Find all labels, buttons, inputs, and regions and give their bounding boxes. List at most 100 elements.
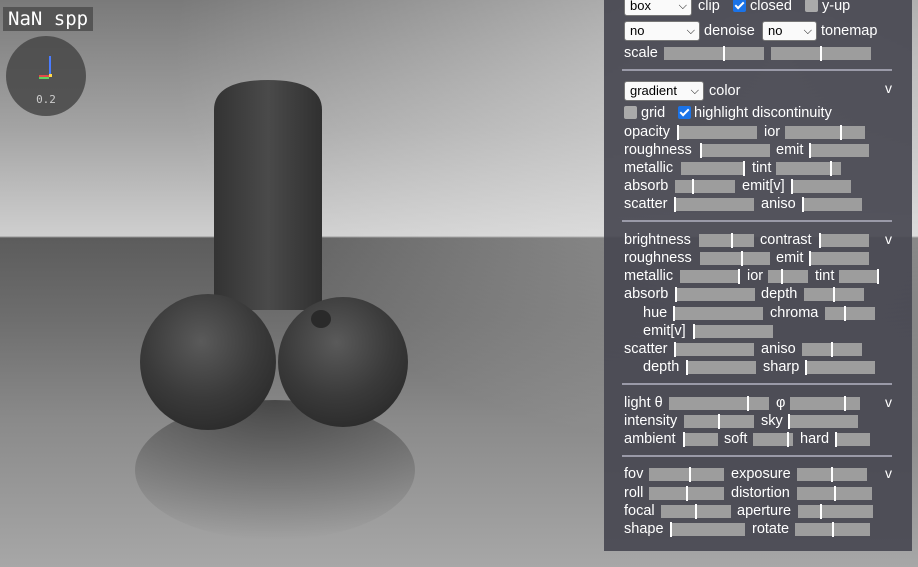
- slider-knob[interactable]: [829, 161, 832, 176]
- bg-chroma-slider[interactable]: [825, 306, 875, 321]
- bg-ior-slider[interactable]: [768, 269, 808, 284]
- slider-knob[interactable]: [831, 342, 833, 357]
- rotate-slider[interactable]: [795, 522, 870, 537]
- grid-checkbox[interactable]: [624, 106, 637, 119]
- slider-knob[interactable]: [820, 46, 822, 61]
- slider-knob[interactable]: [675, 287, 677, 302]
- ambient-slider[interactable]: [683, 432, 718, 447]
- slider-knob[interactable]: [673, 306, 675, 321]
- bg-depth2-slider[interactable]: [686, 360, 756, 375]
- shape-label: shape: [624, 521, 664, 537]
- slider-knob[interactable]: [809, 251, 811, 266]
- bg-metallic-slider[interactable]: [680, 269, 740, 284]
- highlight-checkbox[interactable]: [678, 106, 691, 119]
- slider-knob[interactable]: [689, 467, 692, 482]
- slider-knob[interactable]: [805, 360, 807, 375]
- slider-knob[interactable]: [683, 432, 685, 447]
- shape-slider[interactable]: [670, 522, 745, 537]
- intensity-slider[interactable]: [684, 414, 754, 429]
- metallic-slider[interactable]: [681, 161, 745, 176]
- slider-knob[interactable]: [738, 269, 740, 284]
- bg-hue-slider[interactable]: [673, 306, 763, 321]
- emit-slider[interactable]: [809, 143, 869, 158]
- y-up-checkbox[interactable]: [805, 0, 818, 12]
- shape-select[interactable]: box ⌵: [624, 0, 692, 16]
- slider-knob[interactable]: [674, 197, 676, 212]
- roughness-slider[interactable]: [700, 143, 770, 158]
- sky-slider[interactable]: [788, 414, 858, 429]
- opacity-slider[interactable]: [677, 125, 757, 140]
- distortion-slider[interactable]: [797, 486, 872, 501]
- collapse-background-toggle[interactable]: v: [885, 231, 892, 247]
- closed-checkbox[interactable]: [733, 0, 746, 12]
- bg-roughness-slider[interactable]: [700, 251, 770, 266]
- bg-absorb-slider[interactable]: [675, 287, 755, 302]
- slider-knob[interactable]: [677, 125, 679, 140]
- hard-slider[interactable]: [835, 432, 870, 447]
- bg-sharp-slider[interactable]: [805, 360, 875, 375]
- collapse-material-toggle[interactable]: v: [885, 80, 892, 96]
- bg-depth-slider[interactable]: [804, 287, 864, 302]
- slider-knob[interactable]: [831, 467, 833, 482]
- slider-knob[interactable]: [787, 432, 790, 447]
- bg-scatter-slider[interactable]: [674, 342, 754, 357]
- slider-knob[interactable]: [743, 161, 745, 176]
- bg-tint-slider[interactable]: [839, 269, 879, 284]
- slider-knob[interactable]: [747, 396, 750, 411]
- slider-knob[interactable]: [819, 504, 822, 519]
- slider-knob[interactable]: [844, 396, 847, 411]
- absorb-slider[interactable]: [675, 179, 735, 194]
- bg-emit-slider[interactable]: [809, 251, 869, 266]
- scale-slider-1[interactable]: [664, 46, 764, 61]
- slider-knob[interactable]: [740, 251, 743, 266]
- slider-knob[interactable]: [833, 486, 836, 501]
- slider-knob[interactable]: [693, 324, 695, 339]
- slider-knob[interactable]: [686, 360, 688, 375]
- slider-knob[interactable]: [730, 233, 733, 248]
- slider-knob[interactable]: [700, 143, 702, 158]
- slider-knob[interactable]: [809, 143, 811, 158]
- ior-slider[interactable]: [785, 125, 865, 140]
- bg-emit-v-slider[interactable]: [693, 324, 773, 339]
- slider-knob[interactable]: [781, 269, 784, 284]
- tint-slider[interactable]: [776, 161, 841, 176]
- slider-knob[interactable]: [835, 432, 837, 447]
- slider-knob[interactable]: [685, 486, 688, 501]
- slider-knob[interactable]: [844, 306, 847, 321]
- focal-slider[interactable]: [661, 504, 731, 519]
- denoise-select-left[interactable]: no ⌵: [624, 21, 700, 41]
- aniso-slider[interactable]: [802, 197, 862, 212]
- bg-aniso-slider[interactable]: [802, 342, 862, 357]
- slider-knob[interactable]: [831, 522, 834, 537]
- aperture-slider[interactable]: [798, 504, 873, 519]
- slider-knob[interactable]: [802, 197, 804, 212]
- scatter-slider[interactable]: [674, 197, 754, 212]
- slider-knob[interactable]: [788, 414, 790, 429]
- light-theta-slider[interactable]: [669, 396, 769, 411]
- color-mode-select[interactable]: gradient ⌵: [624, 81, 704, 101]
- slider-knob[interactable]: [695, 504, 697, 519]
- slider-knob[interactable]: [833, 287, 835, 302]
- emit-v-slider[interactable]: [791, 179, 851, 194]
- slider-knob[interactable]: [723, 46, 725, 61]
- light-phi-slider[interactable]: [790, 396, 860, 411]
- slider-knob[interactable]: [819, 233, 821, 248]
- axis-gizmo[interactable]: 0.2: [6, 36, 86, 116]
- soft-slider[interactable]: [753, 432, 793, 447]
- slider-knob[interactable]: [791, 179, 793, 194]
- fov-slider[interactable]: [649, 467, 724, 482]
- slider-knob[interactable]: [674, 342, 676, 357]
- collapse-camera-toggle[interactable]: v: [885, 465, 892, 481]
- slider-knob[interactable]: [839, 125, 842, 140]
- slider-knob[interactable]: [692, 179, 695, 194]
- slider-knob[interactable]: [670, 522, 672, 537]
- brightness-slider[interactable]: [699, 233, 754, 248]
- slider-knob[interactable]: [877, 269, 879, 284]
- collapse-light-toggle[interactable]: v: [885, 394, 892, 410]
- contrast-slider[interactable]: [819, 233, 869, 248]
- slider-knob[interactable]: [718, 414, 720, 429]
- exposure-slider[interactable]: [797, 467, 867, 482]
- denoise-select-right[interactable]: no ⌵: [762, 21, 817, 41]
- roll-slider[interactable]: [649, 486, 724, 501]
- scale-slider-2[interactable]: [771, 46, 871, 61]
